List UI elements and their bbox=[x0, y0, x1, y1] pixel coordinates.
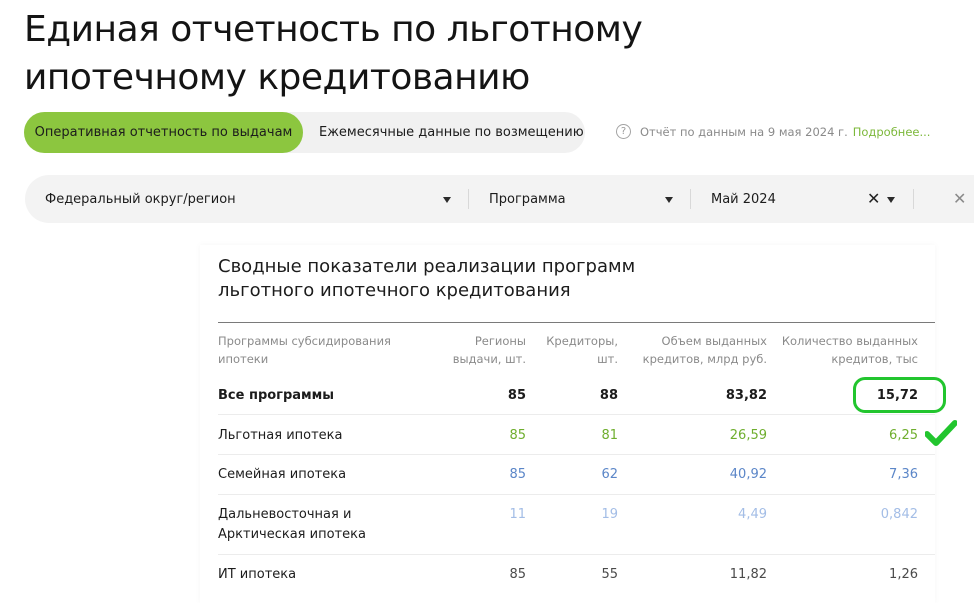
row-regions-value: 85 bbox=[509, 467, 526, 482]
row-volume-value: 4,49 bbox=[738, 507, 767, 522]
row-volume-value: 11,82 bbox=[729, 567, 767, 582]
row-program-name: Семейная ипотека bbox=[218, 467, 347, 482]
highlight-annotation-box bbox=[853, 377, 946, 413]
header-volume-line-1: Объем выданных bbox=[661, 334, 767, 348]
header-count-line-2: кредитов, тыс bbox=[831, 352, 918, 366]
row-divider bbox=[218, 454, 935, 455]
period-filter[interactable]: Май 2024 bbox=[711, 175, 861, 223]
report-date-text: Отчёт по данным на 9 мая 2024 г. bbox=[640, 124, 848, 139]
page-title: Единая отчетность по льготному ипотечном… bbox=[24, 6, 784, 102]
row-divider bbox=[218, 414, 935, 415]
region-chevron-down-icon[interactable] bbox=[443, 197, 451, 203]
header-program-line-1: Программы субсидирования bbox=[218, 334, 391, 348]
card-title-line-2: льготного ипотечного кредитования bbox=[218, 280, 571, 301]
row-creditors-value: 62 bbox=[601, 467, 618, 482]
period-chevron-down-icon[interactable] bbox=[887, 197, 895, 203]
row-regions-value: 11 bbox=[509, 507, 526, 522]
tab-operational-report[interactable]: Оперативная отчетность по выдачам bbox=[24, 112, 303, 153]
card-divider bbox=[218, 322, 935, 323]
period-clear-icon[interactable]: ✕ bbox=[867, 191, 880, 207]
header-volume: Объем выданных кредитов, млрд руб. bbox=[627, 332, 767, 368]
filter-divider bbox=[913, 189, 914, 209]
clear-all-filters-icon[interactable]: ✕ bbox=[953, 191, 966, 207]
row-regions-value: 85 bbox=[509, 428, 526, 443]
row-count-value: 0,842 bbox=[880, 507, 918, 522]
row-volume-value: 83,82 bbox=[725, 388, 767, 403]
row-program-name: ИТ ипотека bbox=[218, 567, 297, 582]
header-regions: Регионы выдачи, шт. bbox=[425, 332, 526, 368]
row-regions-value: 85 bbox=[509, 567, 526, 582]
header-count: Количество выданных кредитов, тыс bbox=[770, 332, 918, 368]
question-circle-icon[interactable]: ? bbox=[616, 124, 631, 139]
region-filter-value: Федеральный округ/регион bbox=[45, 191, 236, 207]
region-filter[interactable]: Федеральный округ/регион bbox=[45, 175, 455, 223]
header-regions-line-2: выдачи, шт. bbox=[452, 352, 526, 366]
header-regions-line-1: Регионы bbox=[474, 334, 526, 348]
row-count-value: 1,26 bbox=[889, 567, 918, 582]
row-divider bbox=[218, 554, 935, 555]
card-title-line-1: Сводные показатели реализации программ bbox=[218, 256, 636, 277]
row-count-value: 7,36 bbox=[889, 467, 918, 482]
row-divider bbox=[218, 494, 935, 495]
tab-monthly-compensation[interactable]: Ежемесячные данные по возмещению bbox=[303, 112, 585, 153]
filter-divider bbox=[690, 189, 691, 209]
filter-bar: Федеральный округ/регион Программа Май 2… bbox=[25, 175, 974, 223]
page-title-line-2: ипотечному кредитованию bbox=[24, 57, 530, 98]
row-volume-value: 40,92 bbox=[729, 467, 767, 482]
header-volume-line-2: кредитов, млрд руб. bbox=[642, 352, 767, 366]
row-program-name: Все программы bbox=[218, 388, 335, 403]
row-program-name-line-1: Дальневосточная и bbox=[218, 507, 352, 522]
row-regions-value: 85 bbox=[507, 388, 526, 403]
row-creditors-value: 81 bbox=[601, 428, 618, 443]
row-program-name: Дальневосточная и Арктическая ипотека bbox=[218, 505, 366, 545]
program-chevron-down-icon[interactable] bbox=[665, 197, 673, 203]
header-count-line-1: Количество выданных bbox=[781, 334, 918, 348]
more-details-link[interactable]: Подробнее... bbox=[853, 125, 931, 139]
program-filter-value: Программа bbox=[489, 191, 566, 207]
card-title: Сводные показатели реализации программ л… bbox=[218, 255, 698, 303]
header-creditors-line-2: шт. bbox=[597, 352, 618, 366]
header-creditors: Кредиторы, шт. bbox=[530, 332, 618, 368]
report-tabs: Оперативная отчетность по выдачам Ежемес… bbox=[24, 112, 585, 153]
filter-divider bbox=[468, 189, 469, 209]
row-count-value: 6,25 bbox=[889, 428, 918, 443]
row-creditors-value: 88 bbox=[599, 388, 618, 403]
row-program-name: Льготная ипотека bbox=[218, 428, 343, 443]
report-note: ? Отчёт по данным на 9 мая 2024 г. Подро… bbox=[616, 124, 930, 139]
row-creditors-value: 55 bbox=[601, 567, 618, 582]
header-program: Программы субсидирования ипотеки bbox=[218, 332, 418, 368]
row-program-name-line-2: Арктическая ипотека bbox=[218, 527, 366, 542]
program-filter[interactable]: Программа bbox=[489, 175, 689, 223]
checkmark-icon bbox=[925, 420, 957, 446]
period-filter-value: Май 2024 bbox=[711, 191, 776, 207]
row-creditors-value: 19 bbox=[601, 507, 618, 522]
row-volume-value: 26,59 bbox=[729, 428, 767, 443]
header-creditors-line-1: Кредиторы, bbox=[546, 334, 618, 348]
header-program-line-2: ипотеки bbox=[218, 352, 269, 366]
page-title-line-1: Единая отчетность по льготному bbox=[24, 9, 643, 50]
